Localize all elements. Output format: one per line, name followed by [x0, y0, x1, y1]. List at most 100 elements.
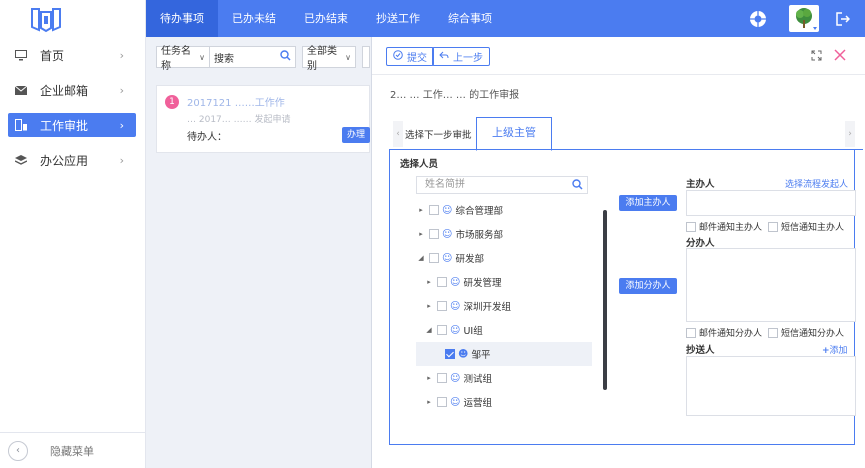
tree-checkbox[interactable]	[437, 301, 447, 311]
sms-notify-main-option[interactable]: 短信通知主办人	[768, 220, 844, 233]
sidebar-item-label: 工作审批	[40, 118, 89, 133]
sidebar-item-approval[interactable]: 工作审批 ›	[8, 113, 136, 137]
prev-step-label: 上一步	[453, 53, 483, 64]
add-main-handler-button[interactable]: 添加主办人	[619, 195, 677, 211]
expand-arrow-icon[interactable]: ▸	[416, 206, 426, 214]
sub-handler-field[interactable]	[686, 248, 856, 322]
document-title: 2… … 工作… … 的工作审报	[390, 90, 520, 101]
tab-cc-work[interactable]: 抄送工作	[362, 0, 434, 37]
monitor-icon	[12, 49, 30, 61]
expand-arrow-icon[interactable]: ▸	[424, 302, 434, 310]
tree-node[interactable]: ▸ ☺ 市场服务部	[416, 222, 592, 246]
expand-arrow-icon[interactable]: ▸	[424, 398, 434, 406]
chevron-down-icon: ∨	[199, 52, 205, 62]
task-title[interactable]: 2017121 ……工作作	[187, 94, 285, 109]
aperture-icon[interactable]	[748, 9, 768, 29]
avatar[interactable]	[789, 5, 819, 32]
select-initiator-link[interactable]: 选择流程发起人	[785, 177, 848, 190]
tree-checkbox[interactable]	[437, 277, 447, 287]
task-name-select[interactable]: 任务名称 ∨	[156, 46, 210, 72]
tab-todo[interactable]: 待办事项	[146, 0, 218, 37]
search-placeholder: 姓名简拼	[425, 179, 465, 190]
sidebar-item-home[interactable]: 首页 ›	[8, 43, 136, 67]
checkbox[interactable]	[686, 327, 696, 338]
add-sub-handler-button[interactable]: 添加分办人	[619, 278, 677, 294]
chevron-left-icon: ‹	[8, 440, 28, 461]
collapse-menu-button[interactable]: ‹ 隐藏菜单	[0, 432, 146, 468]
tree-node[interactable]: ▸ ☺ 综合管理部	[416, 198, 592, 222]
task-card[interactable]: 1 2017121 ……工作作 … 2017… …… 发起申请 待办人： 办理	[156, 85, 370, 153]
tree-node[interactable]: ◢ ☺ UI组	[416, 318, 592, 342]
category-select[interactable]: 全部类别 ∨	[302, 46, 356, 72]
expand-arrow-icon[interactable]: ▸	[416, 230, 426, 238]
logout-icon[interactable]	[833, 9, 853, 29]
tree-checkbox[interactable]	[429, 229, 439, 239]
group-icon: ☺	[442, 204, 453, 216]
group-icon: ☺	[450, 300, 461, 312]
tab-done-open[interactable]: 已办未结	[218, 0, 290, 37]
checkbox[interactable]	[768, 221, 778, 232]
add-cc-link[interactable]: +添加	[822, 343, 848, 356]
tree-node[interactable]: ▸ ☺ 研发管理	[416, 270, 592, 294]
sidebar-item-office-apps[interactable]: 办公应用 ›	[8, 148, 136, 172]
group-icon: ☺	[450, 324, 461, 336]
tree-node[interactable]: ▸ ☺ 测试组	[416, 366, 592, 390]
mail-notify-main-option[interactable]: 邮件通知主办人	[686, 220, 762, 233]
tree-checkbox[interactable]	[437, 397, 447, 407]
more-filter-button[interactable]	[362, 46, 370, 68]
tree-checkbox-checked[interactable]	[445, 349, 455, 359]
person-icon: ☻	[458, 348, 469, 360]
chevron-down-icon: ∨	[345, 52, 351, 62]
chevron-right-icon: ›	[119, 48, 124, 62]
tree-node-label: 研发部	[455, 254, 484, 265]
name-search-input[interactable]: 姓名简拼	[416, 176, 588, 194]
step-label: 选择下一步审批	[405, 130, 472, 141]
tree-node[interactable]: ◢ ☺ 研发部	[416, 246, 592, 270]
checkbox[interactable]	[686, 221, 696, 232]
org-tree: ▸ ☺ 综合管理部 ▸ ☺ 市场服务部 ◢ ☺ 研发部 ▸ ☺ 研发管理 ▸ ☺…	[416, 198, 592, 418]
handle-button[interactable]: 办理	[342, 127, 370, 143]
app-logo-icon	[30, 6, 62, 34]
option-label: 邮件通知主办人	[699, 223, 763, 233]
tree-node-selected[interactable]: ☻ 邹平	[416, 342, 592, 366]
approval-icon	[12, 119, 30, 131]
tree-node[interactable]: ▸ ☺ 运营组	[416, 390, 592, 414]
tab-done-closed[interactable]: 已办结束	[290, 0, 362, 37]
sidebar-item-mail[interactable]: 企业邮箱 ›	[8, 78, 136, 102]
submit-button[interactable]: 提交	[386, 47, 434, 66]
tree-scrollbar[interactable]	[603, 210, 607, 390]
cc-field[interactable]	[686, 356, 856, 416]
expand-icon[interactable]	[811, 50, 822, 64]
close-icon[interactable]	[834, 49, 846, 64]
check-circle-icon	[393, 50, 403, 63]
tree-node[interactable]: ▸ ☺ 深圳开发组	[416, 294, 592, 318]
tree-checkbox[interactable]	[429, 253, 439, 263]
sidebar-item-label: 首页	[40, 48, 65, 63]
checkbox[interactable]	[768, 327, 778, 338]
tree-checkbox[interactable]	[437, 325, 447, 335]
expand-arrow-icon[interactable]: ▸	[424, 374, 434, 382]
person-selector: 选择人员 姓名简拼 ▸ ☺ 综合管理部 ▸ ☺ 市场服务部 ◢ ☺ 研发部 ▸ …	[389, 149, 856, 445]
prev-step-button[interactable]: 上一步	[432, 47, 490, 66]
main-handler-label: 主办人	[686, 179, 715, 190]
tab-supervisor[interactable]: 上级主管	[476, 117, 552, 151]
main-handler-field[interactable]	[686, 190, 856, 216]
sms-notify-sub-option[interactable]: 短信通知分办人	[768, 326, 844, 339]
group-icon: ☺	[442, 228, 453, 240]
select-title: 选择人员	[400, 159, 439, 170]
filter-bar: 任务名称 ∨ 搜索 全部类别 ∨	[156, 46, 370, 72]
sidebar-item-label: 企业邮箱	[40, 83, 89, 98]
search-icon	[280, 50, 291, 64]
tree-node-label: 研发管理	[463, 278, 502, 289]
expand-arrow-icon[interactable]: ▸	[424, 278, 434, 286]
collapse-menu-label: 隐藏菜单	[50, 444, 94, 458]
collapse-arrow-icon[interactable]: ◢	[416, 254, 426, 262]
tree-checkbox[interactable]	[437, 373, 447, 383]
group-icon: ☺	[450, 276, 461, 288]
collapse-arrow-icon[interactable]: ◢	[424, 326, 434, 334]
search-input[interactable]: 搜索	[210, 46, 296, 68]
mail-notify-sub-option[interactable]: 邮件通知分办人	[686, 326, 762, 339]
top-nav: 待办事项 已办未结 已办结束 抄送工作 综合事项	[146, 0, 865, 37]
tree-checkbox[interactable]	[429, 205, 439, 215]
tab-general[interactable]: 综合事项	[434, 0, 506, 37]
